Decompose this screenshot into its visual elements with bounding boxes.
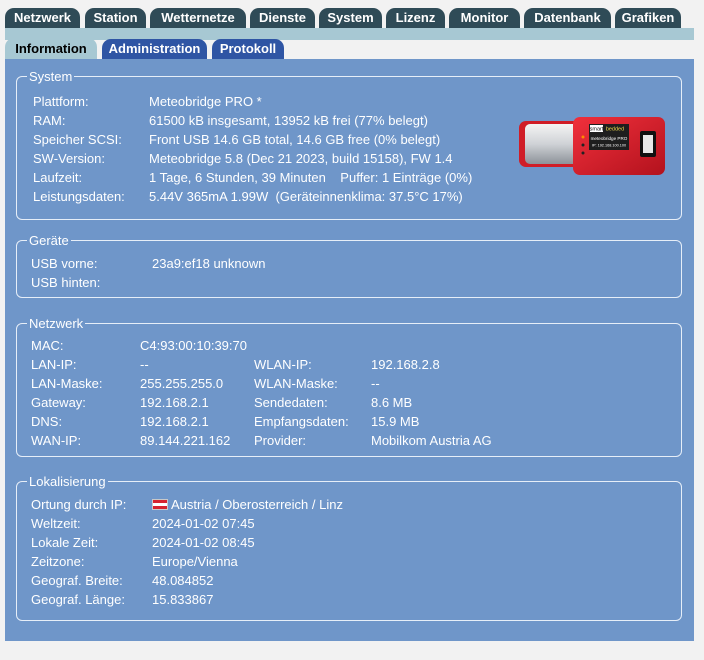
lokalisierung-label-laenge: Geograf. Länge: <box>31 592 125 607</box>
geraete-value-usb-vorne: 23a9:ef18 unknown <box>152 256 266 271</box>
tab-datenbank[interactable]: Datenbank <box>524 8 611 28</box>
tab-information[interactable]: Information <box>5 38 97 60</box>
tab-grafiken[interactable]: Grafiken <box>615 8 681 28</box>
netzwerk-value-wlan-maske: -- <box>371 376 380 391</box>
device-label-brand-a: smart <box>590 127 604 133</box>
netzwerk-label-sendedaten: Sendedaten: <box>254 395 328 410</box>
netzwerk-value-dns: 192.168.2.1 <box>140 414 209 429</box>
netzwerk-label-mac: MAC: <box>31 338 64 353</box>
page-footer-area <box>0 641 704 660</box>
netzwerk-value-gateway: 192.168.2.1 <box>140 395 209 410</box>
netzwerk-value-lan-maske: 255.255.255.0 <box>140 376 224 391</box>
tab-wetternetze[interactable]: Wetternetze <box>150 8 246 28</box>
netzwerk-label-lan-ip: LAN-IP: <box>31 357 77 372</box>
netzwerk-label-empfangsdaten: Empfangsdaten: <box>254 414 349 429</box>
lokalisierung-label-breite: Geograf. Breite: <box>31 573 123 588</box>
system-value-leistungsdaten: 5.44V 365mA 1.99W (Geräteinnenklima: 37.… <box>149 189 463 204</box>
device-label-model: meteobridge PRO <box>591 136 628 141</box>
system-legend: System <box>29 69 73 84</box>
netzwerk-label-provider: Provider: <box>254 433 307 448</box>
lokalisierung-value-ortung: Austria / Oberosterreich / Linz <box>152 496 343 514</box>
lokalisierung-value-zeitzone: Europe/Vienna <box>152 554 238 569</box>
netzwerk-label-wan-ip: WAN-IP: <box>31 433 82 448</box>
netzwerk-value-mac: C4:93:00:10:39:70 <box>140 338 247 353</box>
system-label-leistungsdaten: Leistungsdaten: <box>33 189 125 204</box>
tab-netzwerk[interactable]: Netzwerk <box>5 8 80 28</box>
netzwerk-value-empfangsdaten: 15.9 MB <box>371 414 420 429</box>
geraete-section: Geräte <box>16 233 682 298</box>
system-label-speicher: Speicher SCSI: <box>33 132 122 147</box>
system-value-sw-version: Meteobridge 5.8 (Dec 21 2023, build 1515… <box>149 151 453 166</box>
geraete-legend: Geräte <box>29 233 69 248</box>
content-panel: System Plattform: Meteobridge PRO * RAM:… <box>5 59 694 641</box>
netzwerk-label-wlan-ip: WLAN-IP: <box>254 357 312 372</box>
tab-station[interactable]: Station <box>85 8 146 28</box>
system-value-speicher: Front USB 14.6 GB total, 14.6 GB free (0… <box>149 132 441 147</box>
lokalisierung-legend: Lokalisierung <box>29 474 106 489</box>
lokalisierung-label-weltzeit: Weltzeit: <box>31 516 81 531</box>
netzwerk-value-provider: Mobilkom Austria AG <box>371 433 492 448</box>
netzwerk-value-sendedaten: 8.6 MB <box>371 395 413 410</box>
netzwerk-value-lan-ip: -- <box>140 357 149 372</box>
netzwerk-value-wan-ip: 89.144.221.162 <box>140 433 231 448</box>
system-label-plattform: Plattform: <box>33 94 89 109</box>
system-label-ram: RAM: <box>33 113 66 128</box>
lokalisierung-value-laenge: 15.833867 <box>152 592 214 607</box>
netzwerk-label-dns: DNS: <box>31 414 63 429</box>
lokalisierung-ortung-text: Austria / Oberosterreich / Linz <box>171 497 343 512</box>
austria-flag-icon <box>152 499 168 510</box>
tab-administration[interactable]: Administration <box>102 39 207 59</box>
system-value-ram: 61500 kB insgesamt, 13952 kB frei (77% b… <box>149 113 428 128</box>
lokalisierung-label-lokale-zeit: Lokale Zeit: <box>31 535 99 550</box>
tab-lizenz[interactable]: Lizenz <box>386 8 445 28</box>
geraete-label-usb-vorne: USB vorne: <box>31 256 98 271</box>
netzwerk-label-wlan-maske: WLAN-Maske: <box>254 376 338 391</box>
device-label-ip: IP: 192.168.100.100 <box>592 144 626 148</box>
netzwerk-label-lan-maske: LAN-Maske: <box>31 376 103 391</box>
lokalisierung-value-breite: 48.084852 <box>152 573 214 588</box>
tab-protokoll[interactable]: Protokoll <box>212 39 284 59</box>
device-label-brand-b: bedded <box>606 127 624 133</box>
tab-system[interactable]: System <box>319 8 382 28</box>
lokalisierung-label-ortung: Ortung durch IP: <box>31 497 127 512</box>
lokalisierung-value-weltzeit: 2024-01-02 07:45 <box>152 516 255 531</box>
lokalisierung-value-lokale-zeit: 2024-01-02 08:45 <box>152 535 255 550</box>
netzwerk-section: Netzwerk <box>16 316 682 457</box>
system-label-laufzeit: Laufzeit: <box>33 170 83 185</box>
system-value-laufzeit: 1 Tage, 6 Stunden, 39 Minuten Puffer: 1 … <box>149 170 473 185</box>
netzwerk-value-wlan-ip: 192.168.2.8 <box>371 357 440 372</box>
lokalisierung-label-zeitzone: Zeitzone: <box>31 554 85 569</box>
netzwerk-label-gateway: Gateway: <box>31 395 86 410</box>
tab-monitor[interactable]: Monitor <box>449 8 520 28</box>
system-label-sw-version: SW-Version: <box>33 151 106 166</box>
system-value-plattform: Meteobridge PRO * <box>149 94 262 109</box>
meteobridge-device-image: smart bedded meteobridge PRO IP: 192.168… <box>519 117 665 175</box>
geraete-label-usb-hinten: USB hinten: <box>31 275 101 290</box>
tab-dienste[interactable]: Dienste <box>250 8 315 28</box>
netzwerk-legend: Netzwerk <box>29 316 84 331</box>
